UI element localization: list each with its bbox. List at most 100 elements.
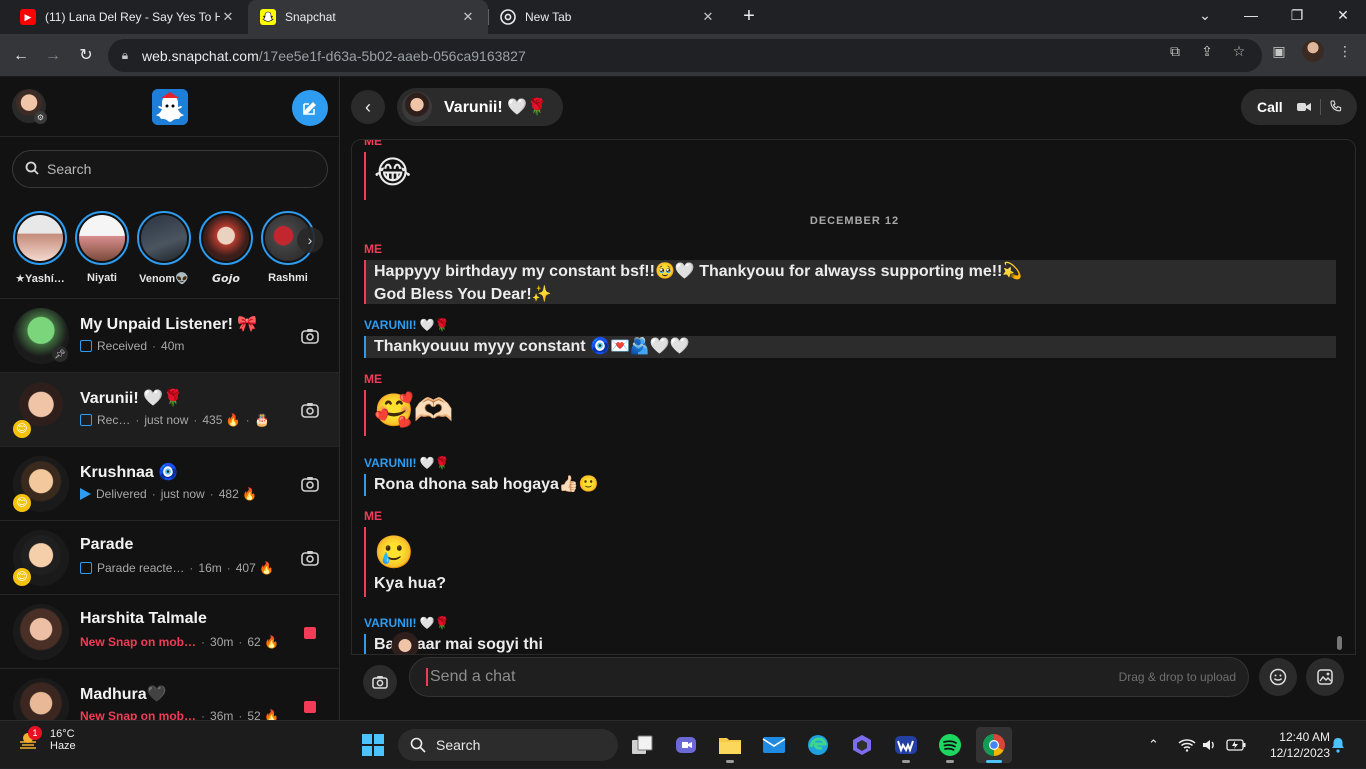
weather-widget[interactable]: 1 16°C Haze: [16, 726, 76, 752]
camera-reply-icon[interactable]: [300, 400, 320, 420]
minimize-icon[interactable]: —: [1228, 0, 1274, 34]
message-sender: VARUNII! 🤍🌹: [364, 616, 450, 630]
message-bubble[interactable]: Thankyouuu myyy constant 🧿💌🫂🤍🤍: [364, 336, 1336, 358]
system-clock[interactable]: 12:40 AM 12/12/2023: [1254, 729, 1330, 761]
sidebar: ⚙ Search ★Yashí… Niyati Venom👽 𝙂𝙤𝙟𝙤 Rash…: [0, 77, 340, 720]
notification-bell-icon[interactable]: [1330, 721, 1346, 769]
camera-button[interactable]: [363, 665, 397, 699]
address-bar[interactable]: 🔒︎ web.snapchat.com/17ee5e1f-d63a-5b02-a…: [108, 39, 1262, 72]
youtube-icon: ▶: [20, 9, 36, 25]
restore-icon[interactable]: ❐: [1274, 0, 1320, 34]
spotify-icon[interactable]: [932, 727, 968, 763]
show-hidden-icons-chevron[interactable]: ⌃: [1148, 721, 1159, 769]
story-item[interactable]: Niyati: [72, 211, 132, 284]
snapchat-ghost-logo[interactable]: [152, 89, 188, 125]
new-snap-icon[interactable]: [300, 622, 320, 642]
sticker-button[interactable]: [1306, 658, 1344, 696]
camera-reply-icon[interactable]: [300, 326, 320, 346]
back-arrow-icon[interactable]: ←: [8, 43, 34, 69]
scrollbar-thumb[interactable]: [1337, 636, 1342, 650]
message-bubble[interactable]: 🥲 Kya hua?: [364, 527, 1336, 597]
open-in-app-icon[interactable]: ⧉: [1166, 42, 1184, 60]
weather-condition: Haze: [50, 740, 76, 752]
search-icon: [25, 161, 39, 178]
wattpad-icon[interactable]: [888, 727, 924, 763]
forward-arrow-icon[interactable]: →: [40, 43, 66, 69]
received-chat-icon: [80, 414, 92, 426]
story-item[interactable]: Venom👽: [134, 211, 194, 285]
message-thread: ME 😂 DECEMBER 12 ME Happyyy birthdayy my…: [351, 139, 1356, 655]
reload-icon[interactable]: ↻: [73, 43, 99, 69]
lock-icon[interactable]: 🔒︎: [108, 48, 142, 63]
message-bubble[interactable]: Rona dhona sab hogaya👍🏻🙂: [364, 474, 1336, 496]
chrome-taskbar-icon[interactable]: [976, 727, 1012, 763]
phone-icon[interactable]: [1330, 99, 1342, 115]
back-chevron-icon[interactable]: ‹: [351, 90, 385, 124]
call-button[interactable]: Call: [1241, 89, 1357, 125]
story-item[interactable]: 𝙂𝙤𝙟𝙤: [196, 211, 256, 285]
message-sender: ME: [364, 242, 382, 256]
conversation-row[interactable]: 😊 Parade Parade reacte… · 16m · 407 🔥: [0, 520, 339, 594]
teams-chat-icon[interactable]: [668, 727, 704, 763]
tab-snapchat[interactable]: Snapchat ✕: [248, 0, 488, 34]
url-path: /17ee5e1f-d63a-5b02-aaeb-056ca9163827: [258, 47, 526, 64]
message-bubble[interactable]: 🥰🫶🏻: [364, 390, 1336, 436]
tab-title: Snapchat: [285, 10, 336, 24]
copilot-icon[interactable]: [844, 727, 880, 763]
close-window-icon[interactable]: ✕: [1320, 0, 1366, 34]
profile-avatar[interactable]: [1302, 40, 1324, 62]
conversation-row[interactable]: 😊 Krushnaa 🧿 Delivered · just now · 482 …: [0, 446, 339, 520]
conversation-row-selected[interactable]: 😊 Varunii! 🤍🌹 Rec… · just now · 435 🔥 · …: [0, 372, 339, 446]
tab-new-tab[interactable]: New Tab ✕: [488, 0, 728, 34]
message-sender: ME: [364, 139, 382, 148]
url-host: web.snapchat.com: [142, 47, 259, 64]
share-icon[interactable]: ⇪: [1198, 42, 1216, 60]
tab-search-chevron-icon[interactable]: ⌄: [1182, 0, 1228, 34]
conversation-row[interactable]: Harshita Talmale New Snap on mob… · 30m …: [0, 594, 339, 668]
windows-start-icon[interactable]: [355, 727, 391, 763]
side-panel-icon[interactable]: ▣: [1270, 42, 1288, 60]
friend-emoji-badge: 😊: [13, 568, 31, 586]
conversation-row[interactable]: Madhura🖤 New Snap on mob… · 36m · 52 🔥: [0, 668, 339, 720]
new-tab-plus-icon[interactable]: +: [738, 5, 760, 27]
chrome-icon: [500, 9, 516, 25]
video-call-icon[interactable]: [1296, 99, 1311, 115]
message-bubble[interactable]: Happyyy birthdayy my constant bsf!!🥹🤍 Th…: [364, 260, 1336, 304]
file-explorer-icon[interactable]: [712, 727, 748, 763]
taskbar-search-label: Search: [436, 737, 481, 753]
emoji-button[interactable]: [1259, 658, 1297, 696]
task-view-icon[interactable]: [624, 727, 660, 763]
send-chat-placeholder: Send a chat: [426, 668, 1119, 686]
sidebar-search-input[interactable]: Search: [12, 150, 328, 188]
send-chat-input[interactable]: Send a chat Drag & drop to upload: [409, 657, 1249, 697]
browser-tab-strip: ▶ (11) Lana Del Rey - Say Yes To Heaven …: [0, 0, 1366, 34]
settings-gear-icon[interactable]: ⚙: [34, 111, 47, 124]
volume-icon[interactable]: [1202, 721, 1218, 769]
close-tab-icon[interactable]: ✕: [700, 9, 716, 25]
message-bubble[interactable]: Bas yaar mai sogyi thi: [364, 634, 1336, 654]
windows-taskbar: 1 16°C Haze Search ⌃ 12:40 AM 12/12/2023: [0, 720, 1366, 768]
typing-bitmoji-avatar: [390, 632, 420, 654]
stories-next-chevron-icon[interactable]: ›: [297, 227, 323, 253]
bookmark-star-icon[interactable]: ☆: [1230, 42, 1248, 60]
tab-youtube[interactable]: ▶ (11) Lana Del Rey - Say Yes To Heaven …: [8, 0, 248, 34]
camera-reply-icon[interactable]: [300, 474, 320, 494]
message-bubble[interactable]: 😂: [364, 152, 1336, 200]
close-tab-icon[interactable]: ✕: [220, 9, 236, 25]
new-snap-icon[interactable]: [300, 696, 320, 716]
story-item[interactable]: ★Yashí…: [10, 211, 70, 285]
conversation-row[interactable]: 📌︎ My Unpaid Listener! 🎀 Received · 40m: [0, 298, 339, 372]
mail-icon[interactable]: [756, 727, 792, 763]
stories-carousel: ★Yashí… Niyati Venom👽 𝙂𝙤𝙟𝙤 Rashmi ›: [0, 205, 339, 299]
new-chat-button[interactable]: [292, 90, 328, 126]
wifi-icon[interactable]: [1178, 721, 1196, 769]
temperature: 16°C: [50, 728, 75, 740]
close-tab-icon[interactable]: ✕: [460, 9, 476, 25]
taskbar-search-box[interactable]: Search: [398, 729, 618, 761]
edge-browser-icon[interactable]: [800, 727, 836, 763]
camera-reply-icon[interactable]: [300, 548, 320, 568]
kebab-menu-icon[interactable]: ⋮: [1336, 42, 1354, 60]
contact-name-pill[interactable]: Varunii! 🤍🌹: [397, 88, 563, 126]
battery-icon[interactable]: [1226, 721, 1246, 769]
smiley-icon: [1269, 668, 1287, 686]
